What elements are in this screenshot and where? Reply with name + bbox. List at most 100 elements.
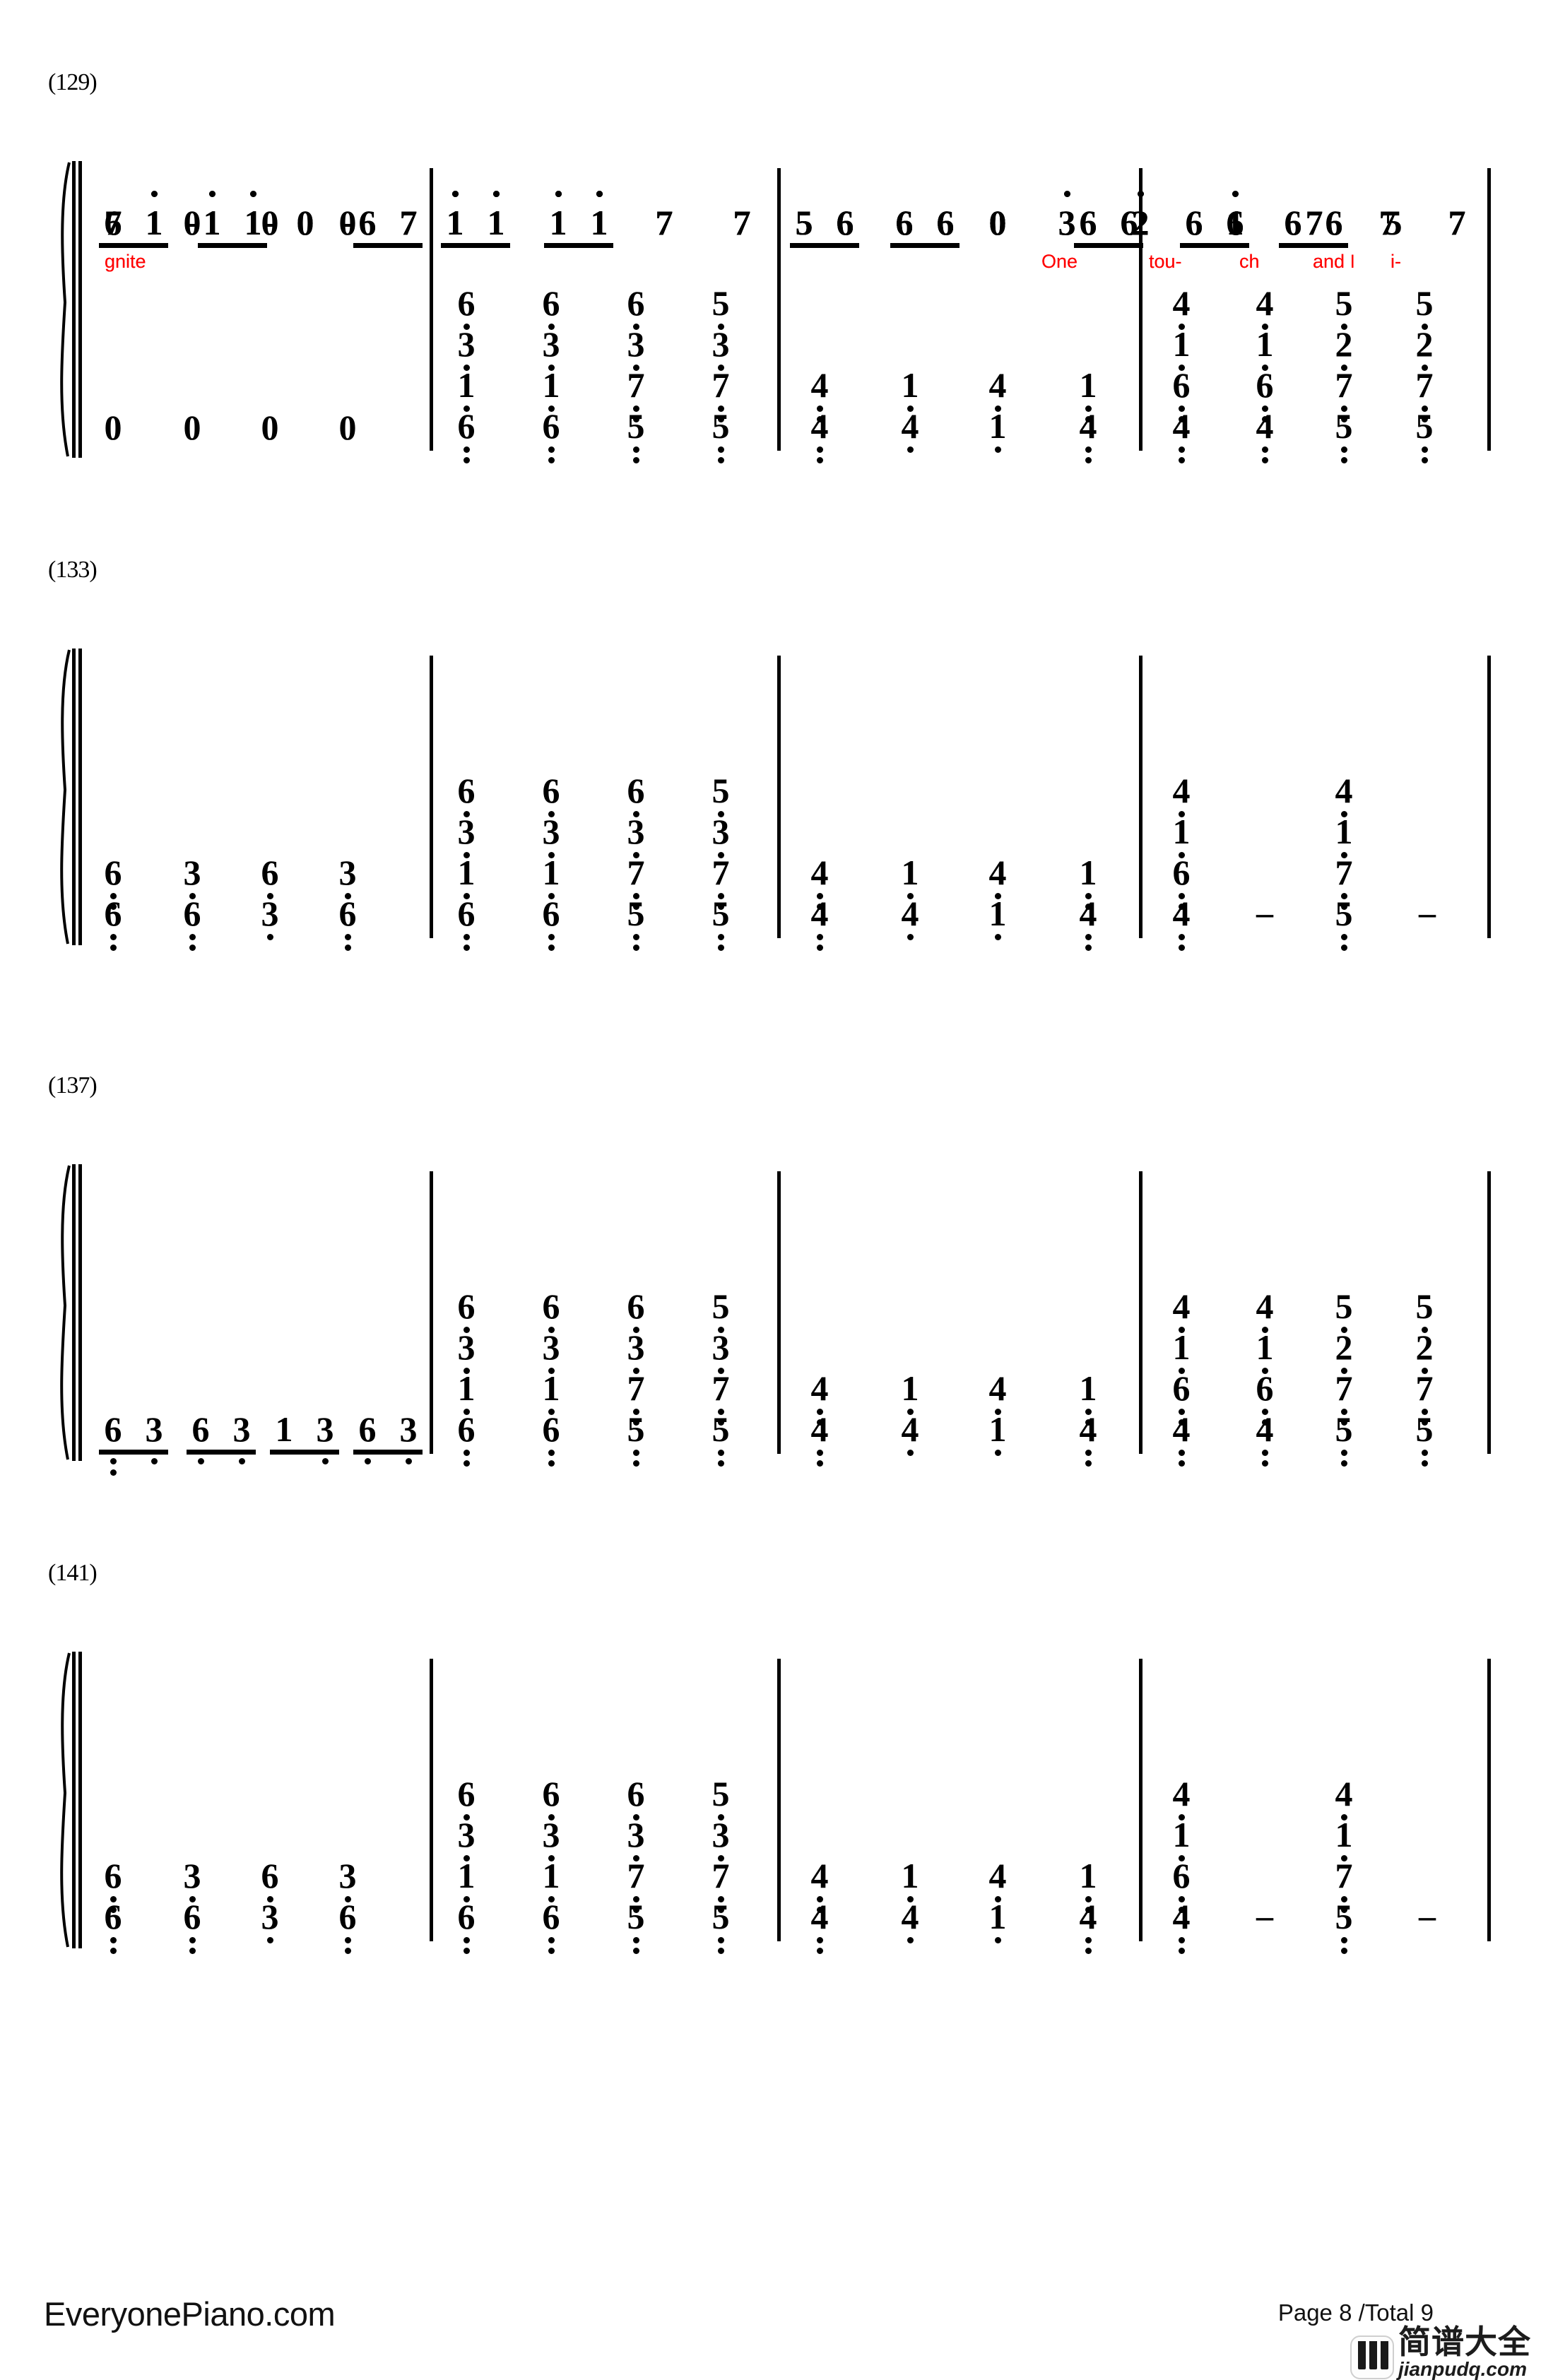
- piano-keys-icon: [1350, 2335, 1394, 2379]
- bass-chord-note: 6: [542, 1774, 560, 1813]
- system-brace: [51, 649, 82, 945]
- octave-dot-low: [110, 934, 117, 940]
- barline: [430, 1171, 433, 1454]
- melody-note: 6: [1079, 203, 1097, 242]
- bass-chord-note: 3: [712, 324, 730, 364]
- bass-chord-note: 1: [542, 1856, 560, 1895]
- bass-chord-note: 1: [988, 406, 1007, 446]
- bass-chord-note: 1: [1335, 1815, 1353, 1854]
- bass-chord-note: 6: [104, 1897, 122, 1936]
- bass-chord-note: 6: [542, 1897, 560, 1936]
- octave-dot-low: [345, 945, 351, 951]
- octave-dot-low: [907, 1450, 914, 1456]
- bass-rest: 0: [104, 408, 122, 447]
- bass-chord-note: 3: [542, 1327, 560, 1367]
- bass-chord-note: 3: [627, 1327, 645, 1367]
- bass-chord-note: 6: [1172, 1856, 1191, 1895]
- measure-number-label: (133): [48, 557, 98, 583]
- octave-dot-low: [995, 446, 1001, 453]
- melody-note: 1: [203, 203, 221, 242]
- octave-dot-low: [633, 457, 639, 463]
- octave-dot-low: [464, 934, 470, 940]
- bass-chord-note: 3: [457, 812, 476, 851]
- bass-chord-note: 3: [712, 812, 730, 851]
- octave-dot-low: [548, 446, 555, 453]
- octave-dot-low: [322, 1458, 329, 1464]
- bass-chord-note: 6: [104, 894, 122, 933]
- octave-dot-low: [110, 1937, 117, 1943]
- melody-note: 1: [549, 203, 567, 242]
- bass-chord-note: 6: [457, 406, 476, 446]
- watermark-url-label: jianpudq.com: [1398, 2358, 1527, 2380]
- measure-number-label: (129): [48, 69, 98, 95]
- octave-dot-low: [1262, 457, 1268, 463]
- octave-dot-low: [633, 945, 639, 951]
- lyric-text: and I: [1313, 251, 1356, 272]
- melody-note: 6: [895, 203, 914, 242]
- octave-dot-low: [1341, 446, 1347, 453]
- octave-dot-low: [817, 1460, 823, 1467]
- octave-dot-low: [1422, 1460, 1428, 1467]
- bass-chord-note: 4: [1335, 771, 1353, 810]
- octave-dot-low: [1341, 1460, 1347, 1467]
- bass-chord-note: 6: [542, 1286, 560, 1326]
- bass-chord-note: 1: [1172, 324, 1191, 364]
- barline: [1139, 1171, 1143, 1454]
- octave-dot-low: [345, 1948, 351, 1954]
- octave-dot-low: [1341, 934, 1347, 940]
- melody-note: 6: [936, 203, 955, 242]
- bass-chord-note: 3: [457, 1327, 476, 1367]
- octave-dot-low: [1262, 1450, 1268, 1456]
- bass-chord-note: 6: [457, 771, 476, 810]
- beam-line: [187, 1450, 256, 1455]
- bass-chord-note: 7: [712, 365, 730, 405]
- beam-line: [890, 243, 960, 248]
- bass-chord-note: 5: [712, 1286, 730, 1326]
- barline: [1487, 1659, 1491, 1941]
- octave-dot-low: [548, 1460, 555, 1467]
- octave-dot-low: [110, 1458, 117, 1464]
- lyric-text: tou-: [1149, 251, 1182, 272]
- bass-note: 1: [275, 1409, 293, 1449]
- bass-chord-note: 7: [1415, 365, 1434, 405]
- melody-note: 7: [1448, 203, 1466, 242]
- octave-dot-low: [817, 945, 823, 951]
- octave-dot-low: [548, 934, 555, 940]
- bass-chord-note: 6: [261, 853, 279, 892]
- octave-dot-low: [817, 934, 823, 940]
- melody-note: 1: [145, 203, 163, 242]
- bass-chord-note: 6: [457, 1774, 476, 1813]
- beam-line: [1279, 243, 1348, 248]
- bass-chord-note: 4: [988, 365, 1007, 405]
- octave-dot-low: [1179, 1460, 1185, 1467]
- bass-chord-note: 1: [901, 1368, 919, 1408]
- melody-note: 6: [358, 203, 377, 242]
- bass-chord-note: 6: [542, 1409, 560, 1449]
- footer-site-label: EveryonePiano.com: [44, 2295, 336, 2333]
- octave-dot-low: [464, 1450, 470, 1456]
- bass-chord-note: 5: [712, 1409, 730, 1449]
- octave-dot-low: [189, 945, 196, 951]
- bass-chord-note: 3: [712, 1327, 730, 1367]
- melody-note: 7: [655, 203, 673, 242]
- bass-chord-note: 3: [338, 1856, 357, 1895]
- bass-chord-note: 4: [810, 1368, 829, 1408]
- melody-note: 0: [296, 203, 314, 242]
- octave-dot-low: [1085, 446, 1092, 453]
- bass-sustain-dash: –: [1419, 1898, 1436, 1935]
- bass-chord-note: 4: [810, 894, 829, 933]
- beam-line: [353, 1450, 423, 1455]
- octave-dot-low: [406, 1458, 412, 1464]
- barline: [1487, 168, 1491, 451]
- melody-note: 0: [988, 203, 1007, 242]
- bass-chord-note: 3: [457, 324, 476, 364]
- octave-dot-low: [189, 1948, 196, 1954]
- bass-chord-note: 7: [712, 1368, 730, 1408]
- octave-dot-low: [1179, 457, 1185, 463]
- octave-dot-low: [817, 446, 823, 453]
- octave-dot-low: [239, 1458, 245, 1464]
- octave-dot-low: [464, 1937, 470, 1943]
- octave-dot-low: [1085, 1450, 1092, 1456]
- melody-note: 7: [733, 203, 751, 242]
- octave-dot-low: [1341, 457, 1347, 463]
